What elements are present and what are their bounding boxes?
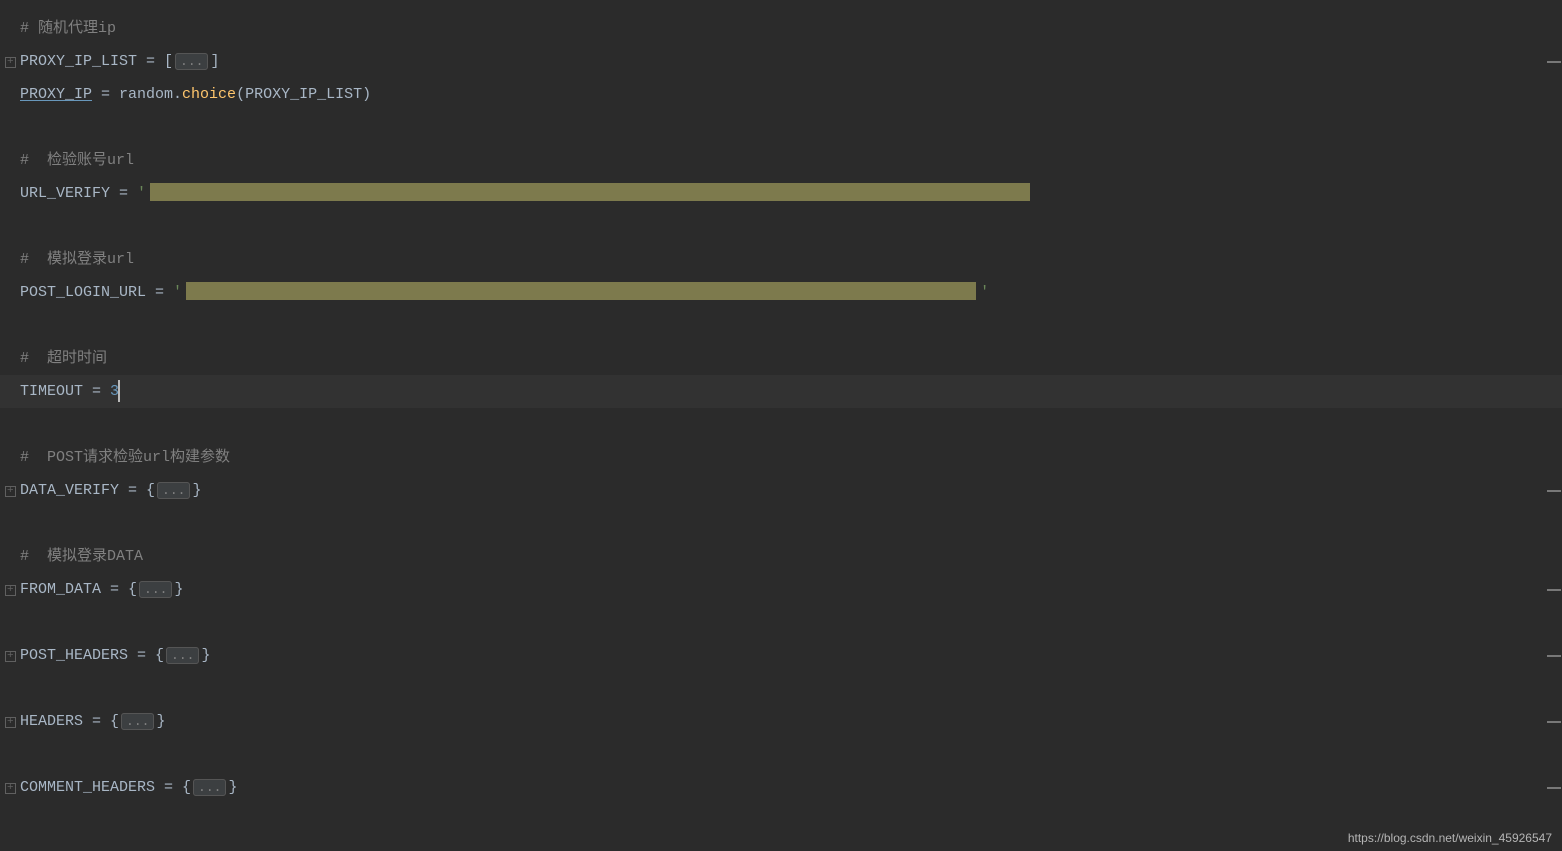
folded-placeholder[interactable]: ... — [157, 482, 190, 499]
code-line: # 模拟登录DATA — [0, 540, 1562, 573]
gutter-fold[interactable] — [0, 717, 20, 727]
folded-placeholder[interactable]: ... — [193, 779, 226, 796]
blank-line — [0, 111, 1562, 144]
code-line: DATA_VERIFY = {...} — [0, 474, 1562, 507]
folded-placeholder[interactable]: ... — [121, 713, 154, 730]
fold-marker[interactable] — [1546, 60, 1562, 64]
folded-placeholder[interactable]: ... — [175, 53, 208, 70]
text-cursor — [118, 380, 120, 402]
redacted-string — [150, 183, 1030, 201]
code-content: DATA_VERIFY = {...} — [20, 474, 201, 507]
gutter-fold[interactable] — [0, 783, 20, 793]
fold-marker[interactable] — [1546, 588, 1562, 592]
code-content: HEADERS = {...} — [20, 705, 165, 738]
code-content: FROM_DATA = {...} — [20, 573, 183, 606]
code-line: # 模拟登录url — [0, 243, 1562, 276]
code-line: FROM_DATA = {...} — [0, 573, 1562, 606]
redacted-string — [186, 282, 976, 300]
code-line: # POST请求检验url构建参数 — [0, 441, 1562, 474]
gutter-fold[interactable] — [0, 651, 20, 661]
code-line: PROXY_IP = random.choice(PROXY_IP_LIST) — [0, 78, 1562, 111]
code-content: POST_HEADERS = {...} — [20, 639, 210, 672]
blank-line — [0, 309, 1562, 342]
code-line: COMMENT_HEADERS = {...} — [0, 771, 1562, 804]
blank-line — [0, 738, 1562, 771]
code-content: POST_LOGIN_URL = '' — [20, 276, 989, 309]
blank-line — [0, 606, 1562, 639]
comment: # 模拟登录url — [20, 243, 134, 276]
fold-icon[interactable] — [5, 717, 15, 727]
comment: # POST请求检验url构建参数 — [20, 441, 230, 474]
fold-icon[interactable] — [5, 651, 15, 661]
code-line: # 检验账号url — [0, 144, 1562, 177]
watermark-text: https://blog.csdn.net/weixin_45926547 — [1348, 831, 1552, 845]
code-content: TIMEOUT = 3 — [20, 375, 120, 408]
comment: # 超时时间 — [20, 342, 107, 375]
code-line-active: TIMEOUT = 3 — [0, 375, 1562, 408]
folded-placeholder[interactable]: ... — [139, 581, 172, 598]
folded-placeholder[interactable]: ... — [166, 647, 199, 664]
fold-marker[interactable] — [1546, 489, 1562, 493]
fold-icon[interactable] — [5, 57, 15, 67]
blank-line — [0, 408, 1562, 441]
blank-line — [0, 672, 1562, 705]
code-editor[interactable]: # 随机代理ip PROXY_IP_LIST = [...] PROXY_IP … — [0, 0, 1562, 804]
code-line: URL_VERIFY = ' — [0, 177, 1562, 210]
fold-marker[interactable] — [1546, 654, 1562, 658]
comment: # 检验账号url — [20, 144, 134, 177]
linked-variable[interactable]: PROXY_IP — [20, 86, 92, 103]
gutter-fold[interactable] — [0, 57, 20, 67]
code-content: URL_VERIFY = ' — [20, 177, 1030, 210]
fold-icon[interactable] — [5, 486, 15, 496]
code-content: COMMENT_HEADERS = {...} — [20, 771, 237, 804]
code-content: PROXY_IP = random.choice(PROXY_IP_LIST) — [20, 78, 371, 111]
gutter-fold[interactable] — [0, 486, 20, 496]
gutter-fold[interactable] — [0, 585, 20, 595]
code-line: HEADERS = {...} — [0, 705, 1562, 738]
comment: # 随机代理ip — [20, 12, 116, 45]
comment: # 模拟登录DATA — [20, 540, 143, 573]
code-content: PROXY_IP_LIST = [...] — [20, 45, 219, 78]
code-line: PROXY_IP_LIST = [...] — [0, 45, 1562, 78]
fold-marker[interactable] — [1546, 786, 1562, 790]
code-line: POST_HEADERS = {...} — [0, 639, 1562, 672]
blank-line — [0, 210, 1562, 243]
fold-icon[interactable] — [5, 783, 15, 793]
fold-marker[interactable] — [1546, 720, 1562, 724]
code-line: # 超时时间 — [0, 342, 1562, 375]
fold-icon[interactable] — [5, 585, 15, 595]
code-line: POST_LOGIN_URL = '' — [0, 276, 1562, 309]
blank-line — [0, 507, 1562, 540]
code-line: # 随机代理ip — [0, 12, 1562, 45]
